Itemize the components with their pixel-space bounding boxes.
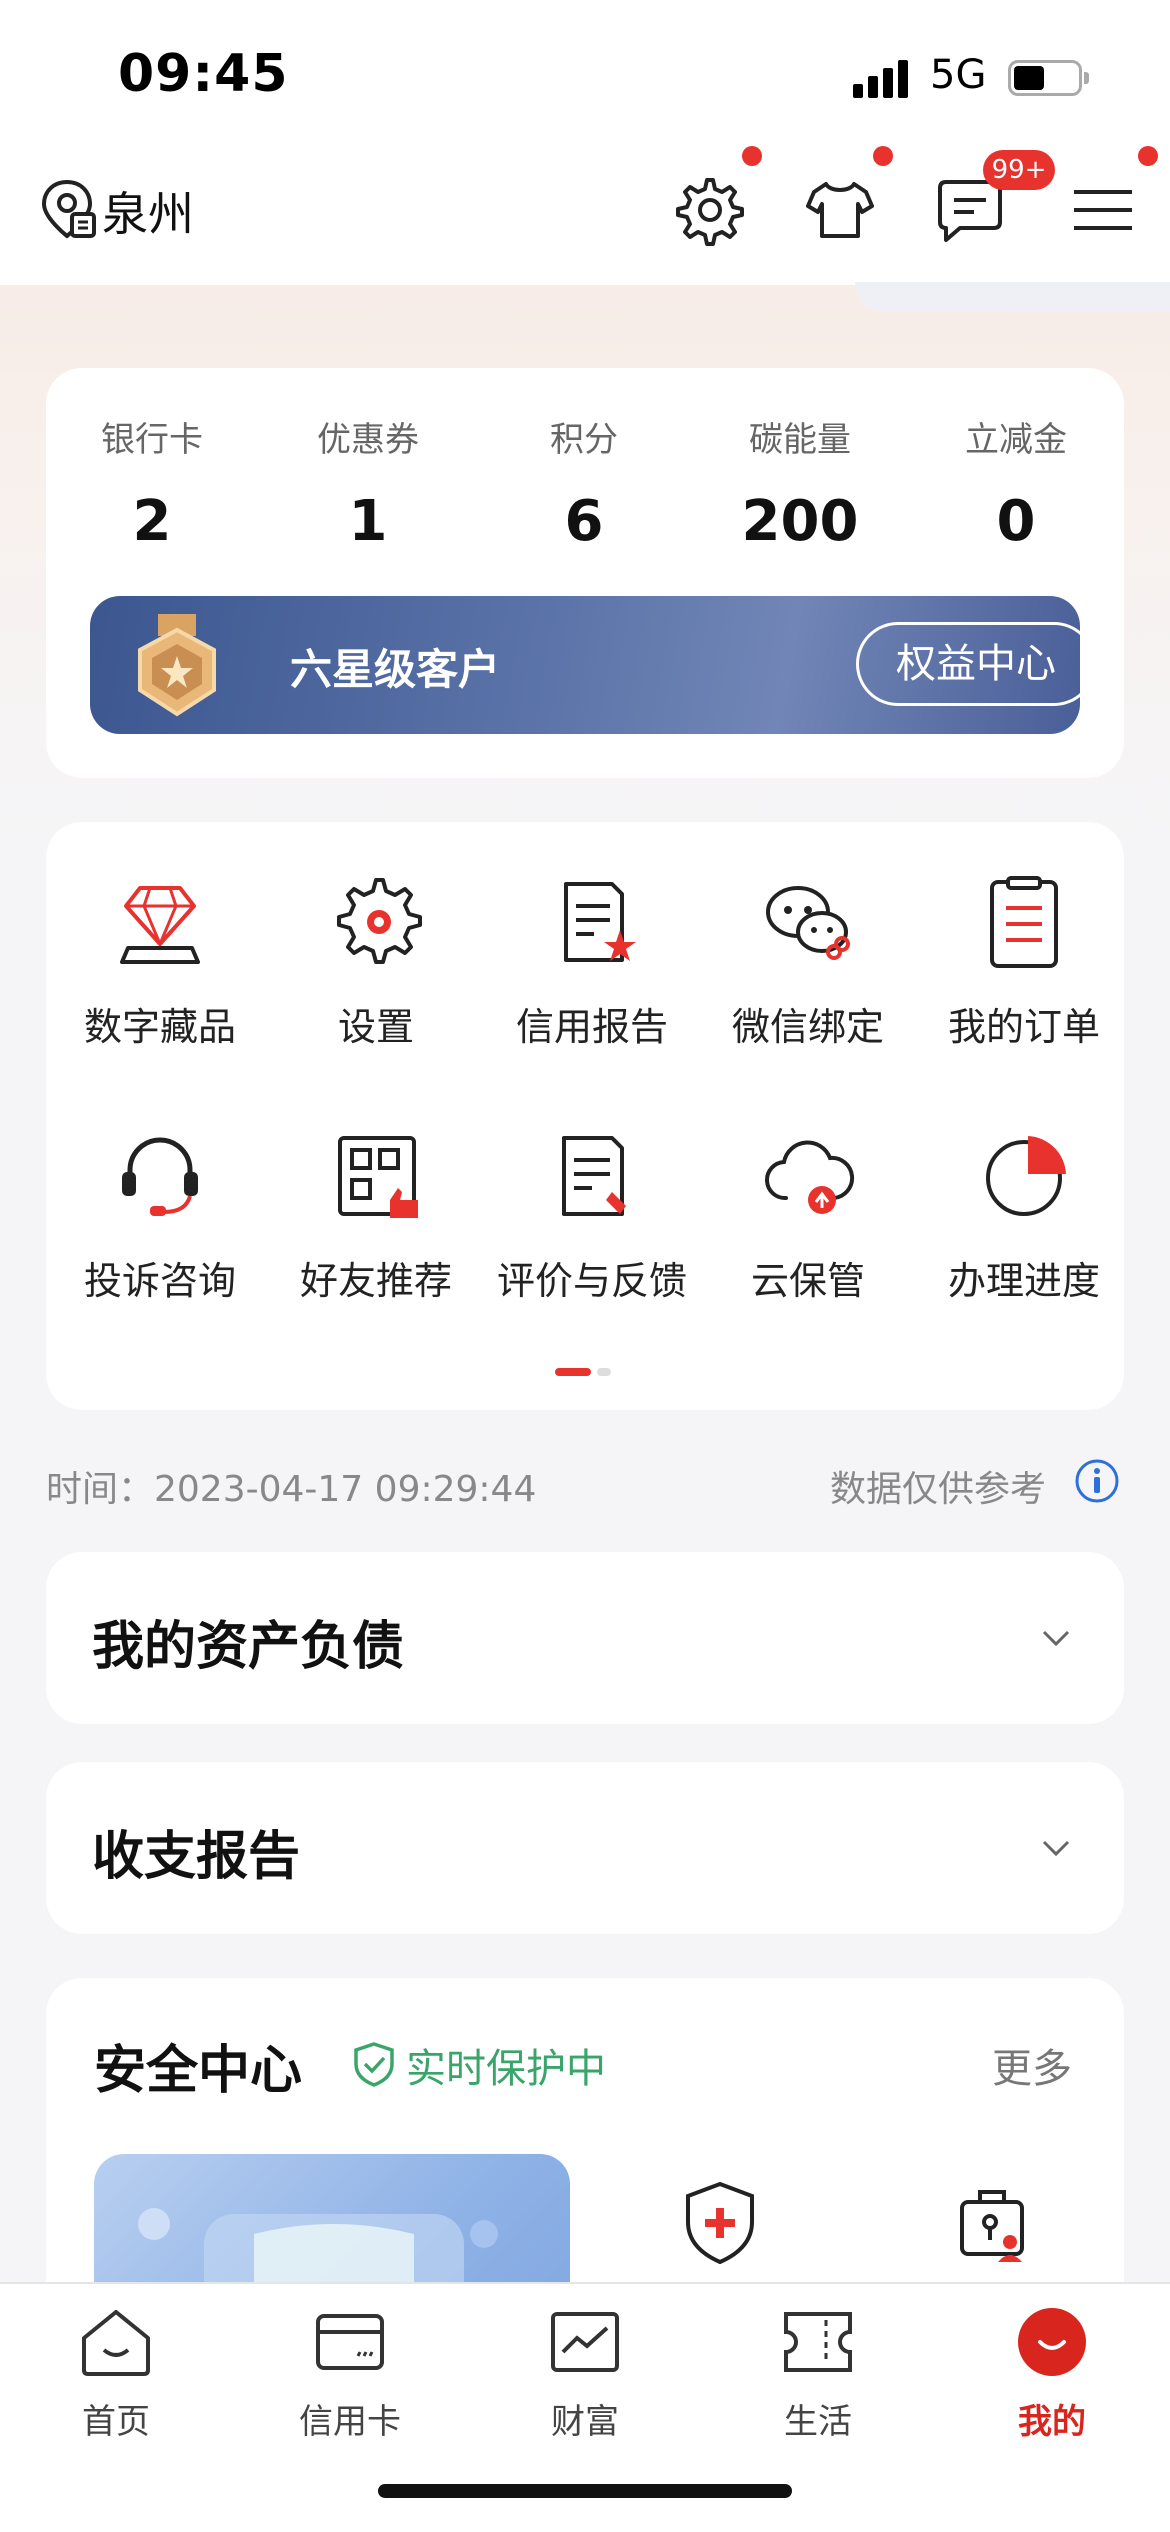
- shield-plus-icon[interactable]: [680, 2178, 760, 2268]
- grid-item-complaints[interactable]: 投诉咨询: [52, 1126, 268, 1346]
- grid-item-wechat-binding[interactable]: 微信绑定: [700, 872, 916, 1092]
- tab-mine[interactable]: 我的: [952, 2302, 1152, 2443]
- vip-level: 六星级客户: [290, 645, 501, 694]
- data-disclaimer: 数据仅供参考: [830, 1469, 1047, 1510]
- security-title: 安全中心: [94, 2041, 303, 2101]
- stat-label: 积分: [550, 420, 618, 460]
- grid-label: 云保管: [750, 1259, 865, 1303]
- grid-item-settings[interactable]: 设置: [268, 872, 484, 1092]
- message-badge: 99+: [983, 150, 1055, 190]
- assets-liabilities-section[interactable]: 我的资产负债: [46, 1552, 1124, 1724]
- grid-label: 微信绑定: [731, 1005, 884, 1049]
- grid-label: 投诉咨询: [83, 1259, 236, 1303]
- grid-label: 评价与反馈: [496, 1259, 687, 1303]
- wechat-link-icon: [766, 886, 850, 960]
- stat-value: 1: [348, 489, 388, 554]
- network-type: 5G: [930, 52, 987, 98]
- headset-icon: [122, 1137, 198, 1216]
- wealth-chart-icon: [551, 2312, 619, 2372]
- grid-label: 办理进度: [947, 1259, 1100, 1303]
- notification-dot: [1138, 146, 1158, 166]
- stat-value: 200: [741, 489, 859, 554]
- status-bar: 09:45 5G: [0, 0, 1170, 150]
- status-time: 09:45: [118, 44, 289, 104]
- more-link[interactable]: 更多: [992, 2036, 1072, 2094]
- stat-label: 优惠券: [317, 420, 419, 460]
- account-summary-card: 银行卡 2 优惠券 1 积分 6 碳能量 200 立减金 0 六星级客户 权益中…: [46, 368, 1124, 778]
- stat-label: 立减金: [965, 420, 1067, 460]
- notification-dot: [873, 146, 893, 166]
- report-star-icon: [564, 882, 636, 962]
- home-icon: [82, 2310, 150, 2376]
- cloud-upload-icon: [764, 1140, 855, 1214]
- menu-icon[interactable]: [1064, 170, 1144, 250]
- qr-thumb-icon: [338, 1136, 418, 1218]
- tab-label: 首页: [82, 2402, 150, 2442]
- city-selector[interactable]: 泉州: [102, 178, 194, 244]
- benefits-center-button[interactable]: 权益中心: [856, 622, 1096, 706]
- progress-pie-icon: [986, 1136, 1066, 1216]
- tab-credit-card[interactable]: 信用卡: [250, 2302, 450, 2443]
- tab-life[interactable]: 生活: [718, 2302, 918, 2443]
- tab-home[interactable]: 首页: [16, 2302, 216, 2443]
- grid-item-digital-collectibles[interactable]: 数字藏品: [52, 872, 268, 1092]
- stat-bank-cards[interactable]: 银行卡 2: [52, 412, 252, 554]
- function-grid-card: 数字藏品 设置 信用报告 微信绑定 我的订单 投诉咨询 好友推荐 评价与反馈 云…: [46, 822, 1124, 1410]
- vip-banner[interactable]: 六星级客户 权益中心: [90, 596, 1096, 734]
- settings-gear-icon[interactable]: [667, 170, 747, 250]
- section-title: 我的资产负债: [92, 1617, 405, 1677]
- stat-value: 6: [564, 489, 604, 554]
- medal-icon: [138, 614, 216, 717]
- skin-shirt-icon[interactable]: [800, 170, 880, 250]
- top-header: 泉州 99+: [0, 146, 1170, 285]
- location-icon[interactable]: [38, 178, 96, 240]
- gear-icon: [337, 878, 422, 964]
- clipboard-icon: [990, 876, 1058, 968]
- stat-label: 银行卡: [101, 420, 203, 460]
- home-indicator: [378, 2484, 792, 2498]
- section-title: 收支报告: [92, 1827, 301, 1887]
- diamond-icon: [120, 886, 200, 964]
- grid-item-refer-friends[interactable]: 好友推荐: [268, 1126, 484, 1346]
- grid-label: 设置: [337, 1005, 414, 1049]
- grid-label: 我的订单: [947, 1005, 1100, 1049]
- grid-label: 数字藏品: [83, 1005, 236, 1049]
- stat-value: 0: [996, 489, 1036, 554]
- shield-check-icon: [354, 2042, 394, 2087]
- stat-instant-discount[interactable]: 立减金 0: [916, 412, 1116, 554]
- chevron-down-icon: [1042, 1630, 1070, 1647]
- stat-label: 碳能量: [749, 420, 851, 460]
- protection-status: 实时保护中: [406, 2046, 606, 2092]
- grid-label: 信用报告: [515, 1005, 668, 1049]
- notification-dot: [742, 146, 762, 166]
- data-timestamp: 时间：2023-04-17 09:29:44: [46, 1469, 537, 1510]
- stat-value: 2: [132, 489, 172, 554]
- credit-card-icon: [316, 2314, 384, 2370]
- grid-item-credit-report[interactable]: 信用报告: [484, 872, 700, 1092]
- stat-coupons[interactable]: 优惠券 1: [268, 412, 468, 554]
- tab-wealth[interactable]: 财富: [485, 2302, 685, 2443]
- income-expense-report-section[interactable]: 收支报告: [46, 1762, 1124, 1934]
- signal-icon: [853, 58, 913, 98]
- tab-label: 财富: [551, 2402, 619, 2442]
- tab-label: 信用卡: [299, 2402, 401, 2442]
- profile-icon: [1018, 2308, 1086, 2376]
- stat-carbon-energy[interactable]: 碳能量 200: [700, 412, 900, 554]
- feedback-icon: [562, 1136, 626, 1216]
- grid-item-progress[interactable]: 办理进度: [916, 1126, 1132, 1346]
- briefcase-lock-icon[interactable]: [952, 2178, 1032, 2268]
- grid-item-feedback[interactable]: 评价与反馈: [484, 1126, 700, 1346]
- stat-points[interactable]: 积分 6: [484, 412, 684, 554]
- chevron-down-icon: [1042, 1840, 1070, 1857]
- tab-label: 我的: [1018, 2402, 1086, 2442]
- battery-icon: [1008, 60, 1089, 96]
- ticket-icon: [784, 2312, 852, 2372]
- grid-item-cloud-storage[interactable]: 云保管: [700, 1126, 916, 1346]
- banner-edge: [855, 282, 1170, 312]
- info-icon[interactable]: [1074, 1458, 1120, 1504]
- grid-item-my-orders[interactable]: 我的订单: [916, 872, 1132, 1092]
- tab-label: 生活: [784, 2402, 852, 2442]
- grid-label: 好友推荐: [299, 1259, 452, 1303]
